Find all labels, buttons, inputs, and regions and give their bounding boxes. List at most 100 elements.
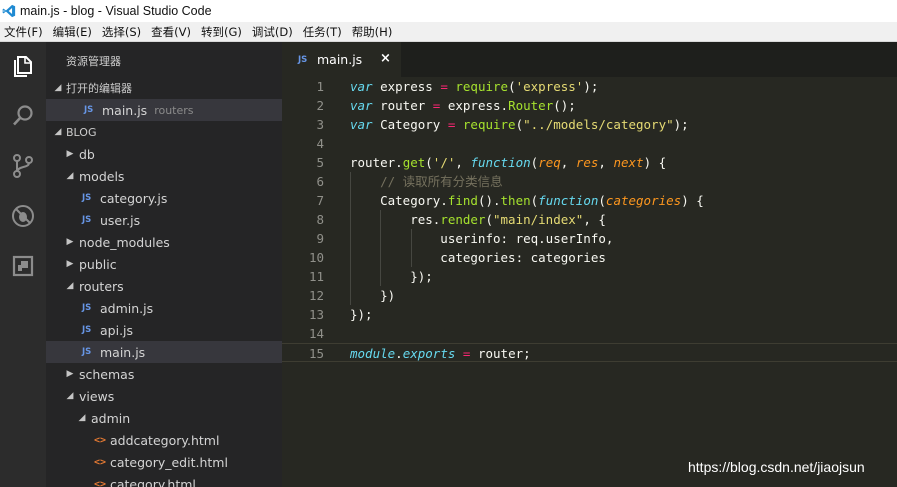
tree-folder[interactable]: ▶ node_modules — [46, 231, 282, 253]
menu-item[interactable]: 帮助(H) — [348, 24, 399, 40]
menu-item[interactable]: 调试(D) — [248, 24, 299, 40]
code-line: 5 router.get('/', function(req, res, next… — [282, 153, 897, 172]
line-number: 12 — [308, 288, 324, 303]
menu-item[interactable]: 任务(T) — [299, 24, 348, 40]
code-token: }); — [350, 269, 433, 284]
tree-folder[interactable]: ▶ public — [46, 253, 282, 275]
code-token: require — [462, 117, 516, 132]
code-token: ( — [425, 155, 433, 170]
code-text: }) — [350, 286, 395, 305]
chevron-right-icon: ▶ — [66, 237, 74, 247]
open-editors-header[interactable]: ◢ 打开的编辑器 — [46, 77, 282, 99]
code-token: , — [455, 155, 471, 170]
code-text: categories: categories — [350, 248, 606, 267]
html-file-icon: <> — [94, 478, 107, 487]
line-number: 8 — [316, 212, 324, 227]
tree-folder[interactable]: ◢ views — [46, 385, 282, 407]
line-number: 3 — [316, 117, 324, 132]
line-number: 13 — [308, 307, 324, 322]
tree-file[interactable]: JS category.js — [46, 187, 282, 209]
code-token: exports — [402, 346, 456, 361]
line-number: 6 — [316, 174, 324, 189]
js-file-icon: JS — [84, 105, 94, 115]
menu-item[interactable]: 编辑(E) — [49, 24, 98, 40]
menu-item[interactable]: 文件(F) — [0, 24, 49, 40]
code-token: var — [350, 79, 373, 94]
code-line: 2 var router = express.Router(); — [282, 96, 897, 115]
close-icon[interactable]: × — [380, 51, 391, 66]
code-token: module — [350, 346, 396, 361]
tree-item-label: db — [79, 146, 95, 162]
chevron-down-icon: ◢ — [54, 83, 62, 93]
menu-item[interactable]: 选择(S) — [98, 24, 147, 40]
project-label: BLOG — [66, 125, 97, 139]
menu-item[interactable]: 转到(G) — [197, 24, 248, 40]
chevron-right-icon: ▶ — [66, 369, 74, 379]
tree-file[interactable]: JS user.js — [46, 209, 282, 231]
code-editor[interactable]: 1 var express = require('express'); 2 var r… — [282, 77, 897, 487]
debug-no-bug-icon[interactable] — [9, 202, 37, 230]
line-number: 9 — [316, 231, 324, 246]
line-number: 14 — [308, 326, 324, 341]
tree-item-label: addcategory.html — [110, 432, 220, 448]
tree-file[interactable]: JS api.js — [46, 319, 282, 341]
tree-folder[interactable]: ◢ admin — [46, 407, 282, 429]
search-icon[interactable] — [9, 102, 37, 130]
tree-file[interactable]: <> category.html — [46, 473, 282, 487]
extensions-icon[interactable] — [9, 252, 37, 280]
tree-folder[interactable]: ▶ db — [46, 143, 282, 165]
tree-file[interactable]: <> category_edit.html — [46, 451, 282, 473]
tree-folder[interactable]: ◢ models — [46, 165, 282, 187]
source-control-icon[interactable] — [9, 152, 37, 180]
code-token: find — [447, 193, 478, 208]
code-line: 9 userinfo: req.userInfo, — [282, 229, 897, 248]
code-token: categories: categories — [350, 250, 606, 265]
tree-item-label: api.js — [100, 322, 134, 338]
code-line: 8 res.render("main/index", { — [282, 210, 897, 229]
code-line: 14 — [282, 324, 897, 343]
open-editor-name: main.js — [102, 102, 148, 118]
window-title: main.js - blog - Visual Studio Code — [20, 4, 212, 18]
tree-folder[interactable]: ▶ schemas — [46, 363, 282, 385]
code-token: router; — [470, 346, 531, 361]
tab-main-js[interactable]: JS main.js × — [282, 42, 401, 77]
menu-item[interactable]: 查看(V) — [147, 24, 197, 40]
code-text: Category.find().then(function(categories… — [350, 191, 704, 210]
chevron-down-icon: ◢ — [78, 413, 86, 423]
project-header[interactable]: ◢ BLOG — [46, 121, 282, 143]
tree-folder[interactable]: ◢ routers — [46, 275, 282, 297]
code-token: . — [395, 346, 403, 361]
editor-tab-bar: JS main.js × — [282, 42, 897, 77]
code-line: 11 }); — [282, 267, 897, 286]
code-token: }) — [350, 288, 396, 303]
title-bar: main.js - blog - Visual Studio Code — [0, 0, 897, 22]
code-token: ( — [508, 79, 516, 94]
explorer-title: 资源管理器 — [66, 55, 121, 68]
tree-file[interactable]: <> addcategory.html — [46, 429, 282, 451]
code-token: ( — [598, 193, 606, 208]
watermark: https://blog.csdn.net/jiaojsun — [688, 459, 865, 475]
code-token: "main/index" — [493, 212, 584, 227]
tree-file[interactable]: JS main.js — [46, 341, 282, 363]
tree-file[interactable]: JS admin.js — [46, 297, 282, 319]
code-token: Router — [508, 98, 554, 113]
code-text: router.get('/', function(req, res, next)… — [350, 153, 666, 172]
open-editor-item-main-js[interactable]: JS main.js routers — [46, 99, 282, 121]
code-token: res. — [350, 212, 441, 227]
tree-item-label: admin — [91, 410, 131, 426]
menu-bar: 文件(F) 编辑(E) 选择(S) 查看(V) 转到(G) 调试(D) 任务(T) 帮助(H) — [0, 22, 897, 42]
code-token: , — [598, 155, 614, 170]
code-token: req — [538, 155, 561, 170]
chevron-down-icon: ◢ — [66, 391, 74, 401]
code-token: ( — [485, 212, 493, 227]
code-token: Category — [372, 117, 448, 132]
tree-item-label: category.js — [100, 190, 168, 206]
tree-item-label: public — [79, 256, 117, 272]
code-token: require — [455, 79, 509, 94]
explorer-files-icon[interactable] — [9, 52, 37, 80]
code-token: express — [372, 79, 441, 94]
html-file-icon: <> — [94, 456, 107, 468]
code-token: ); — [583, 79, 599, 94]
tree-item-label: routers — [79, 278, 124, 294]
